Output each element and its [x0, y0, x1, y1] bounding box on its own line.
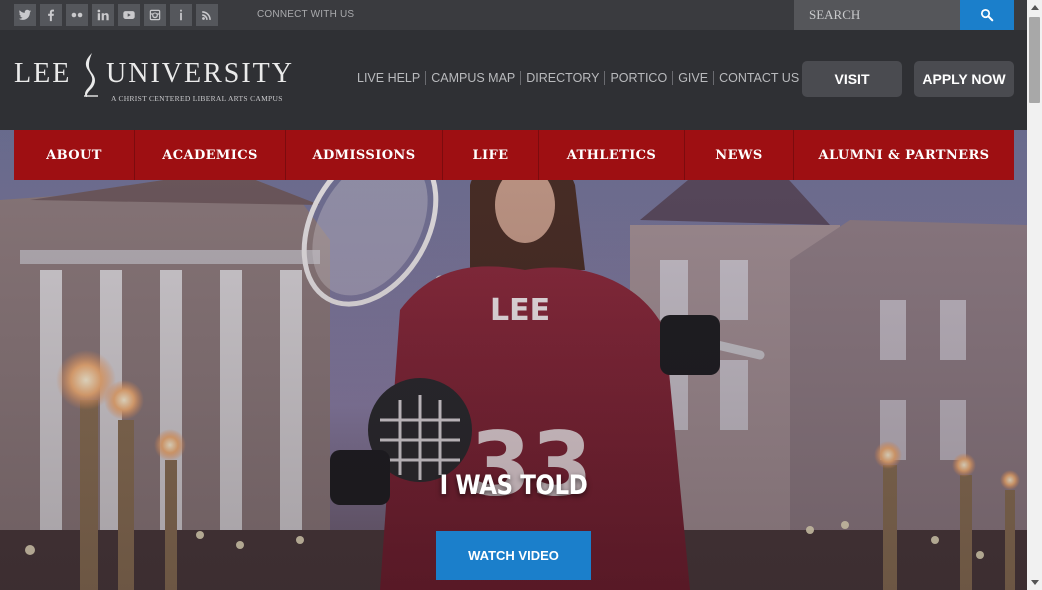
- link-divider: [520, 71, 522, 85]
- logo-word-lee: LEE: [14, 58, 72, 89]
- instagram-icon[interactable]: [144, 4, 166, 26]
- lee-university-logo[interactable]: LEE UNIVERSITY A CHRIST CENTERED LIBERAL…: [14, 52, 304, 104]
- search-button[interactable]: [960, 0, 1014, 30]
- logo-word-university: UNIVERSITY: [106, 58, 294, 89]
- linkedin-icon[interactable]: [92, 4, 114, 26]
- link-divider: [604, 71, 606, 85]
- nav-item-life[interactable]: LIFE: [443, 130, 539, 180]
- campus-map-link[interactable]: CAMPUS MAP: [431, 71, 515, 85]
- youtube-icon[interactable]: [118, 4, 140, 26]
- social-links: [14, 4, 218, 26]
- hero-overlay: [0, 130, 1027, 590]
- search-icon: [980, 8, 994, 22]
- utility-links: LIVE HELP CAMPUS MAP DIRECTORY PORTICO G…: [357, 71, 799, 85]
- page: CONNECT WITH US LEE UNIVERSITY A CHRIST …: [0, 0, 1027, 590]
- scrollbar-thumb[interactable]: [1029, 17, 1040, 103]
- search-input[interactable]: [794, 0, 960, 30]
- scroll-up-arrow-icon[interactable]: [1027, 0, 1042, 15]
- portico-icon[interactable]: [170, 4, 192, 26]
- nav-item-athletics[interactable]: ATHLETICS: [539, 130, 685, 180]
- link-divider: [672, 71, 674, 85]
- utility-bar: CONNECT WITH US: [0, 0, 1027, 30]
- facebook-icon[interactable]: [40, 4, 62, 26]
- nav-item-about[interactable]: ABOUT: [14, 130, 135, 180]
- nav-item-academics[interactable]: ACADEMICS: [135, 130, 286, 180]
- twitter-icon[interactable]: [14, 4, 36, 26]
- scroll-down-arrow-icon[interactable]: [1027, 575, 1042, 590]
- main-navigation: ABOUT ACADEMICS ADMISSIONS LIFE ATHLETIC…: [14, 130, 1014, 180]
- give-link[interactable]: GIVE: [678, 71, 708, 85]
- logo-tagline: A CHRIST CENTERED LIBERAL ARTS CAMPUS: [111, 94, 283, 103]
- live-help-link[interactable]: LIVE HELP: [357, 71, 420, 85]
- connect-label: CONNECT WITH US: [257, 9, 355, 20]
- apply-now-button[interactable]: APPLY NOW: [914, 61, 1014, 97]
- watch-video-button[interactable]: WATCH VIDEO: [436, 531, 591, 580]
- flickr-icon[interactable]: [66, 4, 88, 26]
- hero-headline: I WAS TOLD: [439, 470, 588, 501]
- vertical-scrollbar[interactable]: [1027, 0, 1042, 590]
- nav-item-alumni-partners[interactable]: ALUMNI & PARTNERS: [794, 130, 1014, 180]
- portico-link[interactable]: PORTICO: [610, 71, 667, 85]
- site-header: LEE UNIVERSITY A CHRIST CENTERED LIBERAL…: [0, 30, 1027, 130]
- rss-icon[interactable]: [196, 4, 218, 26]
- nav-item-admissions[interactable]: ADMISSIONS: [286, 130, 443, 180]
- nav-item-news[interactable]: NEWS: [685, 130, 794, 180]
- link-divider: [425, 71, 427, 85]
- link-divider: [713, 71, 715, 85]
- directory-link[interactable]: DIRECTORY: [526, 71, 599, 85]
- visit-button[interactable]: VISIT: [802, 61, 902, 97]
- contact-us-link[interactable]: CONTACT US: [719, 71, 799, 85]
- hero-section: LEE 33 ABOUT ACADEMICS ADMISSIONS LIFE A…: [0, 130, 1027, 590]
- flame-emblem-icon: [84, 53, 98, 97]
